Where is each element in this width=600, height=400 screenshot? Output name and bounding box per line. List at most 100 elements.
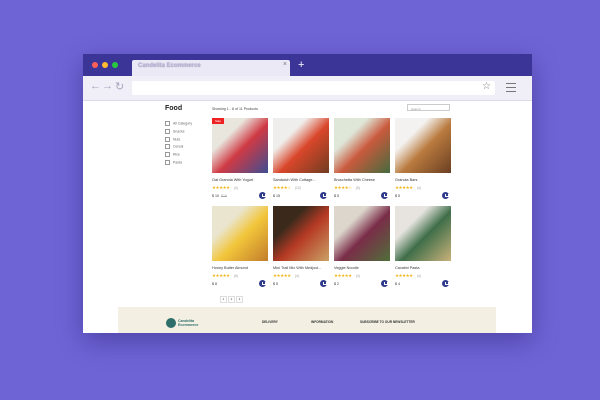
footer-information-heading: INFORMATION (311, 320, 334, 324)
category-filter[interactable]: Nuts (165, 136, 181, 142)
maximize-window-button[interactable] (112, 62, 118, 68)
price-current: $ 8 (212, 282, 217, 286)
checkbox-icon[interactable] (165, 152, 170, 158)
search-input[interactable]: Search (407, 104, 450, 111)
sale-badge: Sale (212, 118, 225, 124)
product-image[interactable] (395, 118, 451, 173)
page-title: Food (165, 105, 183, 112)
rating-stars-icon: ★★★★★ (395, 273, 413, 278)
product-name[interactable]: Oat Granola With Yogurt (212, 178, 253, 182)
category-filter[interactable]: Pasta (165, 160, 182, 165)
tab-close-icon[interactable]: × (283, 61, 287, 68)
rating-stars-icon: ★★★★★ (273, 273, 291, 278)
address-bar[interactable]: ☆ (132, 81, 495, 95)
product-price: $ 5 (395, 194, 400, 198)
add-to-cart-icon[interactable] (320, 192, 327, 199)
product-image[interactable] (334, 118, 390, 173)
product-name[interactable]: Honey Butter Almond (212, 266, 248, 270)
add-to-cart-icon[interactable] (442, 280, 449, 287)
product-card[interactable]: Veggie Noodle ★★★★★ (4) $ 2 (334, 206, 390, 287)
rating-count: (4) (417, 273, 421, 278)
back-icon[interactable]: ← (90, 80, 101, 92)
add-to-cart-icon[interactable] (381, 192, 388, 199)
product-price: $ 8 (212, 282, 217, 286)
product-card[interactable]: Cavatini Pasta ★★★★★ (4) $ 4 (395, 206, 451, 287)
product-image[interactable]: Sale (212, 118, 268, 173)
category-label: All Category (173, 121, 193, 126)
footer-brand-sub: Ecommerce (178, 323, 199, 327)
checkbox-icon[interactable] (165, 121, 170, 126)
product-image[interactable] (212, 206, 268, 261)
browser-window: Candelita Ecommerce × + ← → ↻ ☆ Food All… (83, 54, 532, 333)
page-button[interactable]: 2 (228, 296, 235, 303)
product-price: $ 5 (273, 282, 278, 286)
rating-count: (10) (295, 185, 301, 190)
pagination: 123 (220, 287, 244, 305)
browser-titlebar: Candelita Ecommerce × + (83, 54, 532, 76)
add-to-cart-icon[interactable] (381, 280, 388, 287)
close-window-button[interactable] (92, 62, 98, 68)
category-filter[interactable]: All Category (165, 121, 192, 126)
reload-icon[interactable]: ↻ (115, 80, 124, 93)
product-card[interactable]: Bruschetta With Cheese ★★★★☆ (5) $ 5 (334, 118, 390, 199)
footer-newsletter-heading: SUBSCRIBE TO OUR NEWSLETTER (360, 320, 415, 324)
price-current: $ 5 (273, 282, 278, 286)
rating-stars-icon: ★★★★☆ (334, 185, 352, 190)
category-label: Rice (173, 152, 181, 157)
minimize-window-button[interactable] (102, 62, 108, 68)
tab-title: Candelita Ecommerce (138, 63, 201, 69)
product-image[interactable] (334, 206, 390, 261)
add-to-cart-icon[interactable] (320, 280, 327, 287)
browser-menu-icon[interactable] (506, 80, 516, 95)
page-content: Food All Category Snacks Nuts Cereal Rice Pas… (83, 101, 532, 333)
rating-stars-icon: ★★★★★ (212, 273, 230, 278)
add-to-cart-icon[interactable] (259, 192, 266, 199)
bookmark-star-icon[interactable]: ☆ (482, 81, 491, 92)
checkbox-icon[interactable] (165, 128, 170, 134)
category-filter[interactable]: Rice (165, 152, 181, 158)
category-label: Cereal (173, 144, 184, 149)
checkbox-icon[interactable] (165, 144, 170, 150)
category-label: Nuts (173, 137, 181, 142)
page-button[interactable]: 1 (220, 296, 227, 303)
rating-count: (4) (356, 273, 360, 278)
brand-logo-icon[interactable] (166, 318, 176, 328)
product-name[interactable]: Veggie Noodle (334, 266, 359, 270)
category-filter[interactable]: Snacks (165, 128, 185, 134)
product-card[interactable]: Sandwich With Cottage... ★★★★☆ (10) $ 15 (273, 118, 329, 199)
product-card[interactable]: Mini Trail Mix With Medjool... ★★★★★ (4) $ … (273, 206, 329, 287)
product-card[interactable]: Granola Bars ★★★★★ (4) $ 5 (395, 118, 451, 199)
rating-count: (5) (356, 185, 360, 190)
rating-count: (4) (234, 185, 238, 190)
add-to-cart-icon[interactable] (259, 280, 266, 287)
product-name[interactable]: Cavatini Pasta (395, 266, 419, 270)
forward-icon[interactable]: → (102, 80, 113, 92)
price-current: $ 5 (395, 194, 400, 198)
product-price: $ 15 (273, 194, 280, 198)
footer-brand: Candelita Ecommerce (178, 319, 198, 327)
product-count: Showing 1 - 8 of 11 Products (212, 107, 258, 111)
product-image[interactable] (273, 118, 329, 173)
rating-stars-icon: ★★★★★ (334, 273, 352, 278)
checkbox-icon[interactable] (165, 160, 170, 165)
price-current: $ 5 (334, 194, 339, 198)
product-image[interactable] (395, 206, 451, 261)
category-filter[interactable]: Cereal (165, 144, 184, 150)
product-image[interactable] (273, 206, 329, 261)
add-to-cart-icon[interactable] (442, 192, 449, 199)
price-current: $ 2 (334, 282, 339, 286)
checkbox-icon[interactable] (165, 136, 170, 142)
browser-tab[interactable]: Candelita Ecommerce × (132, 60, 290, 76)
product-name[interactable]: Sandwich With Cottage... (273, 178, 316, 182)
product-card[interactable]: Sale Oat Granola With Yogurt ★★★★★ (4) $ 10 $… (212, 118, 268, 199)
footer-delivery-heading: DELIVERY (262, 320, 278, 324)
product-name[interactable]: Granola Bars (395, 178, 417, 182)
page-button[interactable]: 3 (236, 296, 243, 303)
product-card[interactable]: Honey Butter Almond ★★★★★ (6) $ 8 (212, 206, 268, 287)
category-label: Snacks (173, 129, 185, 134)
product-name[interactable]: Mini Trail Mix With Medjool... (273, 266, 321, 270)
product-name[interactable]: Bruschetta With Cheese (334, 178, 375, 182)
new-tab-button[interactable]: + (298, 59, 304, 71)
price-current: $ 10 (212, 194, 219, 198)
browser-toolbar: ← → ↻ ☆ (83, 76, 532, 101)
